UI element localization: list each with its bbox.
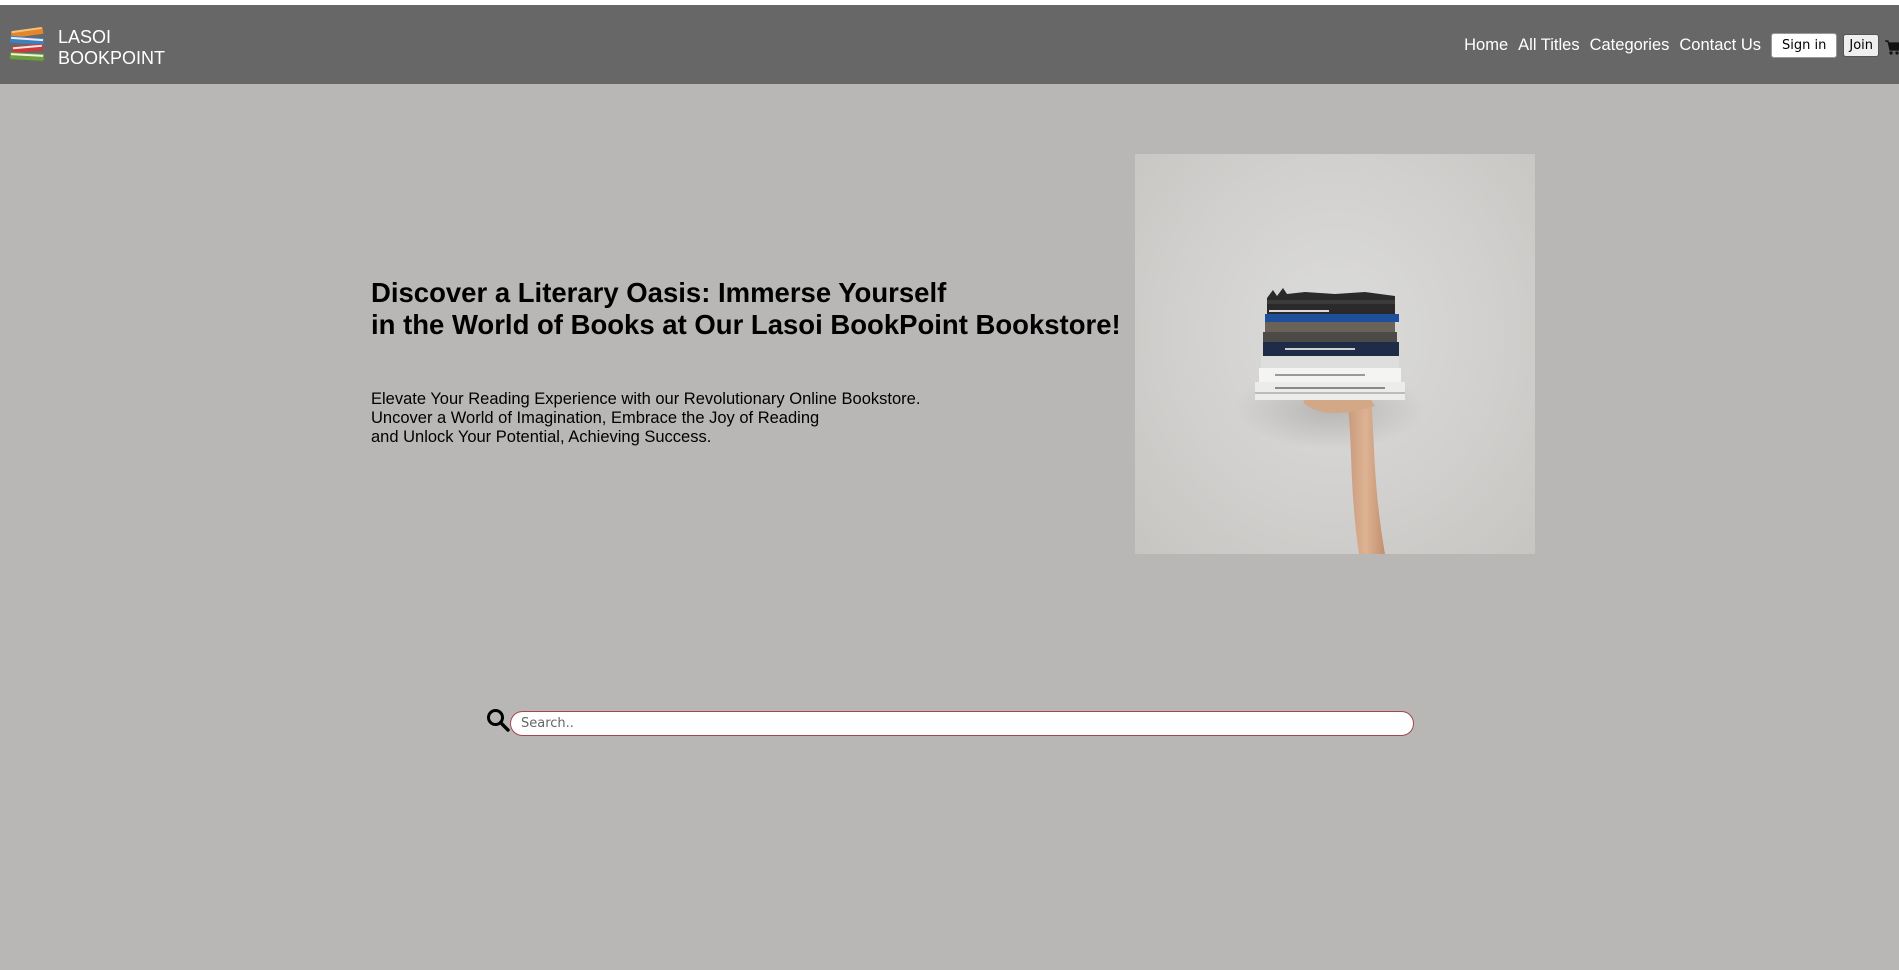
navbar: LASOI BOOKPOINT Home All Titles Categori… — [0, 5, 1899, 84]
brand[interactable]: LASOI BOOKPOINT — [8, 23, 165, 69]
hero-subtitle: Elevate Your Reading Experience with our… — [371, 390, 920, 447]
hero-sub-line-3: and Unlock Your Potential, Achieving Suc… — [371, 428, 712, 446]
nav-links: Home All Titles Categories Contact Us Si… — [1464, 33, 1899, 58]
nav-link-contact-us[interactable]: Contact Us — [1679, 36, 1761, 55]
nav-link-categories[interactable]: Categories — [1590, 36, 1670, 55]
hero-title: Discover a Literary Oasis: Immerse Yours… — [371, 277, 1121, 341]
join-button[interactable]: Join — [1843, 34, 1879, 57]
hero-title-line-2: in the World of Books at Our Lasoi BookP… — [371, 309, 1121, 340]
brand-line-1: LASOI — [58, 27, 112, 47]
brand-line-2: BOOKPOINT — [58, 48, 166, 68]
cart-icon[interactable] — [1885, 38, 1899, 56]
nav-link-all-titles[interactable]: All Titles — [1518, 36, 1579, 55]
hero-title-line-1: Discover a Literary Oasis: Immerse Yours… — [371, 277, 947, 308]
search-icon[interactable] — [486, 708, 510, 732]
sign-in-button[interactable]: Sign in — [1771, 33, 1838, 58]
hero-books-image — [1135, 154, 1535, 554]
nav-link-home[interactable]: Home — [1464, 36, 1508, 55]
brand-name: LASOI BOOKPOINT — [58, 27, 165, 69]
search-input[interactable] — [510, 711, 1414, 736]
books-stack-icon — [8, 23, 48, 65]
hero-sub-line-1: Elevate Your Reading Experience with our… — [371, 390, 921, 408]
hero-sub-line-2: Uncover a World of Imagination, Embrace … — [371, 409, 820, 427]
